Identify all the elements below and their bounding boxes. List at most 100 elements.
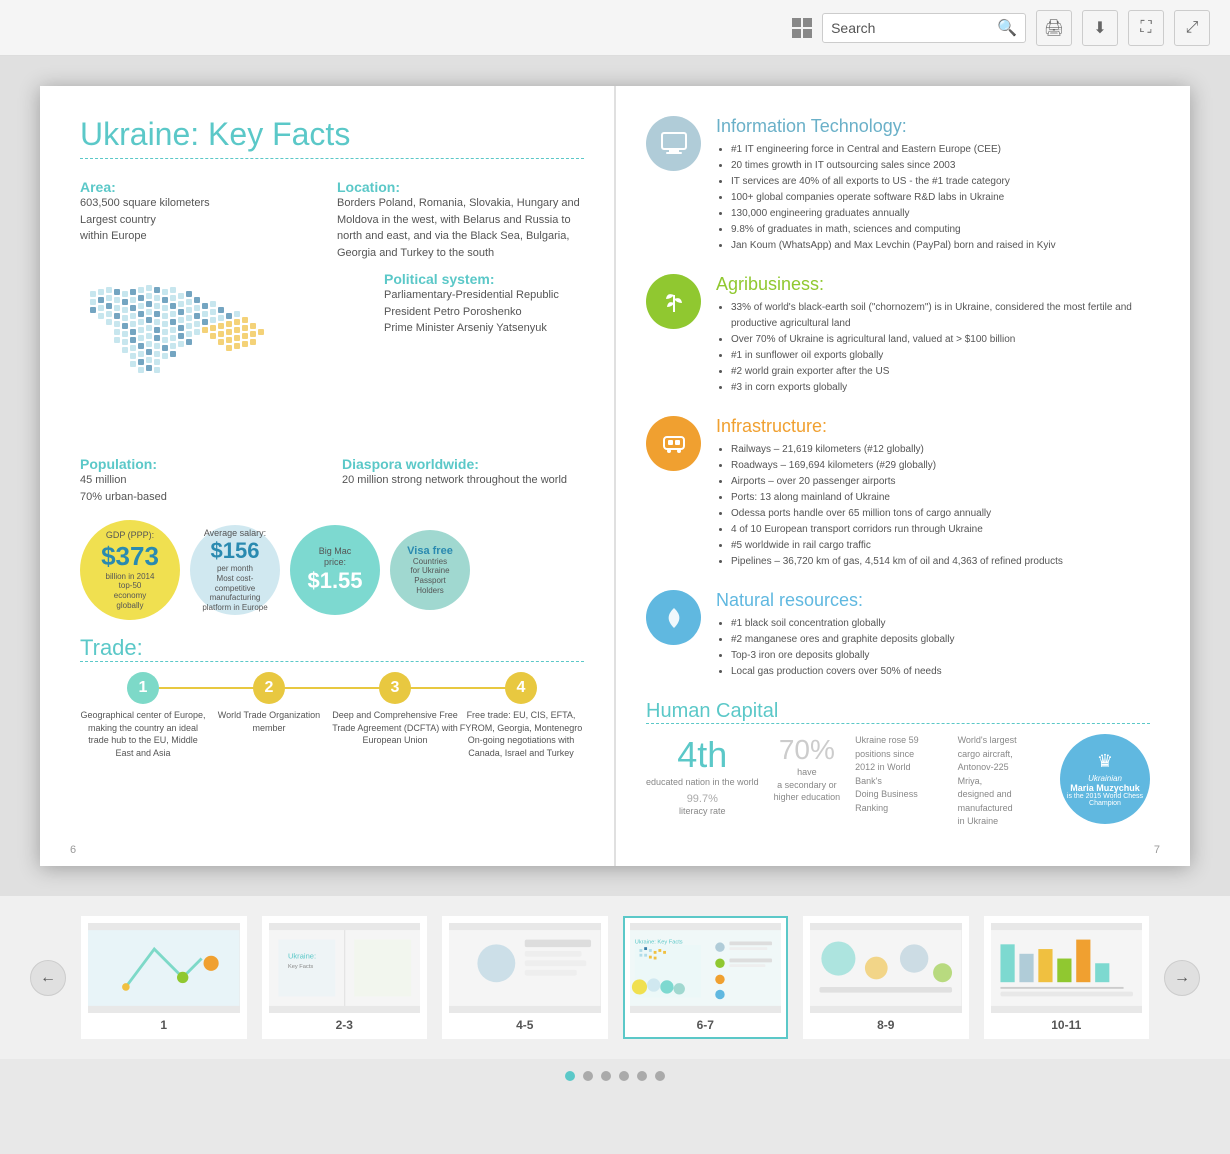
trade-text-1: Geographical center of Europe, making th… (80, 709, 206, 759)
hc-rank-sub: educated nation in the world (646, 776, 759, 789)
pagination-dot-4[interactable] (619, 1071, 629, 1081)
pagination-dot-2[interactable] (583, 1071, 593, 1081)
agri-icon (646, 274, 701, 329)
population-text: 45 million 70% urban-based (80, 472, 322, 505)
natural-item-1: #1 black soil concentration globally (731, 616, 955, 632)
infra-item-5: Odessa ports handle over 65 million tons… (731, 506, 1063, 522)
location-section: Location: Borders Poland, Romania, Slova… (337, 179, 584, 261)
political-section: Political system: Parliamentary-Presiden… (384, 271, 584, 446)
thumb-img-2-3: Ukraine: Key Facts (269, 923, 421, 1013)
agri-item-1: 33% of world's black-earth soil ("chorno… (731, 300, 1150, 332)
infra-item-8: Pipelines – 36,720 km of gas, 4,514 km o… (731, 554, 1063, 570)
prev-button[interactable]: ← (30, 960, 66, 996)
natural-list: #1 black soil concentration globally #2 … (716, 616, 955, 680)
right-page: Information Technology: #1 IT engineerin… (616, 86, 1190, 866)
info-grid: Area: 603,500 square kilometers Largest … (80, 179, 584, 261)
area-label: Area: (80, 179, 327, 195)
natural-icon (646, 590, 701, 645)
it-icon (646, 116, 701, 171)
location-label: Location: (337, 179, 584, 195)
gdp-value: $373 (101, 541, 159, 572)
bigmac-circle: Big Mac price: $1.55 (290, 525, 380, 615)
thumb-8-9[interactable]: 8-9 (803, 916, 969, 1039)
trade-step-2: 2 World Trade Organization member (206, 672, 332, 734)
location-text: Borders Poland, Romania, Slovakia, Hunga… (337, 195, 584, 261)
trade-circle-4: 4 (505, 672, 537, 704)
human-capital-section: Human Capital 4th educated nation in the… (646, 700, 1150, 829)
diaspora-label: Diaspora worldwide: (342, 456, 584, 472)
search-container: 🔍 (822, 13, 1026, 43)
it-section: Information Technology: #1 IT engineerin… (646, 116, 1150, 254)
chess-sub: is the 2015 World Chess Champion (1060, 793, 1150, 807)
hc-ukraine-text: Ukraine rose 59 positions since 2012 in … (855, 734, 942, 815)
chess-icon: ♛ (1097, 751, 1113, 772)
hc-pct70-value: 70% (774, 734, 841, 766)
grid-icon[interactable] (792, 18, 812, 38)
hc-title: Human Capital (646, 700, 1150, 724)
toolbar: 🔍 🖨 ⬇ ⛶ ⤢ (0, 0, 1230, 56)
trade-step-4: 4 Free trade: EU, CIS, EFTA, FYROM, Geor… (458, 672, 584, 759)
thumb-img-1 (88, 923, 240, 1013)
page-title: Ukraine: Key Facts (80, 116, 584, 153)
search-input[interactable] (831, 20, 991, 36)
pagination-dot-6[interactable] (655, 1071, 665, 1081)
thumb-4-5[interactable]: 4-5 (442, 916, 608, 1039)
natural-content: Natural resources: #1 black soil concent… (716, 590, 955, 680)
it-list: #1 IT engineering force in Central and E… (716, 142, 1056, 254)
pagination (0, 1059, 1230, 1086)
it-item-2: 20 times growth in IT outsourcing sales … (731, 158, 1056, 174)
hc-literacy: 99.7% (646, 793, 759, 805)
trade-circle-1: 1 (127, 672, 159, 704)
download-button[interactable]: ⬇ (1082, 10, 1118, 46)
diaspora-section: Diaspora worldwide: 20 million strong ne… (342, 456, 584, 505)
gdp-circle: GDP (PPP): $373 billion in 2014 top-50 e… (80, 520, 180, 620)
salary-title: Average salary: (204, 528, 266, 539)
it-title: Information Technology: (716, 116, 1056, 137)
infra-icon (646, 416, 701, 471)
infra-item-6: 4 of 10 European transport corridors run… (731, 522, 1063, 538)
infra-section: Infrastructure: Railways – 21,619 kilome… (646, 416, 1150, 570)
search-icon[interactable]: 🔍 (997, 18, 1017, 38)
next-button[interactable]: → (1164, 960, 1200, 996)
pagination-dot-3[interactable] (601, 1071, 611, 1081)
pagination-dot-5[interactable] (637, 1071, 647, 1081)
thumb-10-11[interactable]: 10-11 (984, 916, 1150, 1039)
pagination-dot-1[interactable] (565, 1071, 575, 1081)
thumb-6-7[interactable]: Ukraine: Key Facts (623, 916, 789, 1039)
infra-item-7: #5 worldwide in rail cargo traffic (731, 538, 1063, 554)
bigmac-title: Big Mac price: (319, 546, 352, 568)
natural-title: Natural resources: (716, 590, 955, 611)
agri-item-2: Over 70% of Ukraine is agricultural land… (731, 332, 1150, 348)
infra-list: Railways – 21,619 kilometers (#12 global… (716, 442, 1063, 570)
hc-pct70-sub: have a secondary or higher education (774, 766, 841, 804)
infra-title: Infrastructure: (716, 416, 1063, 437)
agri-list: 33% of world's black-earth soil ("chorno… (716, 300, 1150, 396)
fullscreen-button[interactable]: ⛶ (1128, 10, 1164, 46)
natural-item-3: Top-3 iron ore deposits globally (731, 648, 955, 664)
agri-title: Agribusiness: (716, 274, 1150, 295)
chess-name: Maria Muzychuk (1070, 783, 1140, 793)
thumb-img-6-7: Ukraine: Key Facts (630, 923, 782, 1013)
gdp-sub: billion in 2014 top-50 economy globally (106, 572, 155, 610)
thumb-2-3[interactable]: Ukraine: Key Facts 2-3 (262, 916, 428, 1039)
hc-rank: 4th educated nation in the world 99.7% l… (646, 734, 759, 817)
thumb-img-8-9 (810, 923, 962, 1013)
salary-sub: per month Most cost-competitive manufact… (200, 564, 270, 612)
book-spread: Ukraine: Key Facts Area: 603,500 square … (40, 86, 1190, 866)
thumb-label-6-7: 6-7 (697, 1018, 714, 1032)
natural-item-4: Local gas production covers over 50% of … (731, 664, 955, 680)
gdp-title: GDP (PPP): (106, 530, 154, 541)
it-item-7: Jan Koum (WhatsApp) and Max Levchin (Pay… (731, 238, 1056, 254)
print-button[interactable]: 🖨 (1036, 10, 1072, 46)
hc-row: 4th educated nation in the world 99.7% l… (646, 734, 1150, 829)
thumb-1[interactable]: 1 (81, 916, 247, 1039)
expand-button[interactable]: ⤢ (1174, 10, 1210, 46)
it-item-1: #1 IT engineering force in Central and E… (731, 142, 1056, 158)
svg-text:Ukraine:: Ukraine: (287, 952, 315, 961)
main-content: Ukraine: Key Facts Area: 603,500 square … (0, 56, 1230, 896)
hc-aircraft-text: World's largest cargo aircraft, Antonov-… (958, 734, 1045, 829)
trade-text-4: Free trade: EU, CIS, EFTA, FYROM, Georgi… (458, 709, 584, 759)
population-row: Population: 45 million 70% urban-based D… (80, 456, 584, 505)
area-section: Area: 603,500 square kilometers Largest … (80, 179, 327, 261)
it-item-6: 9.8% of graduates in math, sciences and … (731, 222, 1056, 238)
